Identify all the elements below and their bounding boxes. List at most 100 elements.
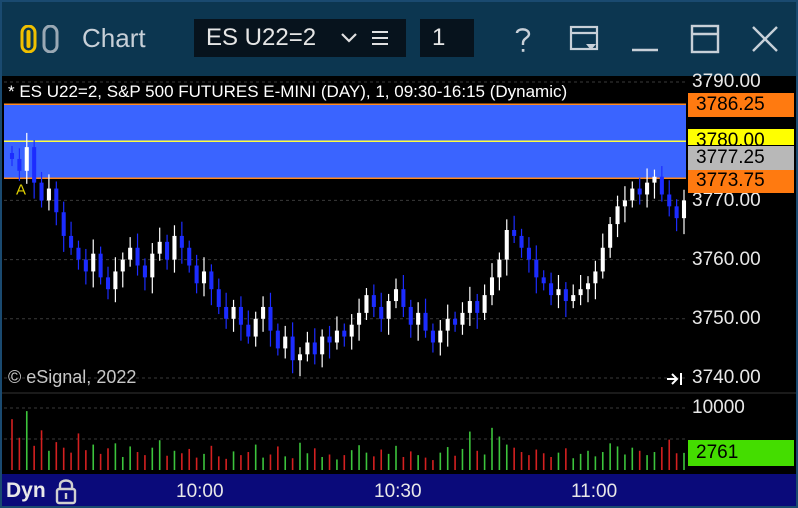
candle-body bbox=[342, 330, 347, 337]
help-icon[interactable] bbox=[506, 22, 540, 56]
candle-body bbox=[135, 247, 140, 266]
annotation-marker: A bbox=[16, 181, 26, 198]
candle-body bbox=[578, 289, 583, 296]
candle-body bbox=[201, 271, 207, 284]
candle-body bbox=[283, 336, 288, 349]
candle-body bbox=[556, 289, 561, 296]
candle-body bbox=[61, 212, 66, 236]
candle-body bbox=[379, 306, 384, 319]
last-price-box: 3777.25 bbox=[688, 146, 794, 170]
price-tick: 3740.00 bbox=[692, 367, 761, 388]
symbol-input[interactable]: ES U22=2 bbox=[206, 24, 316, 52]
candle-body bbox=[231, 306, 236, 319]
candle-body bbox=[69, 235, 74, 248]
list-menu-icon[interactable] bbox=[370, 28, 392, 48]
time-tick: 10:30 bbox=[374, 481, 422, 502]
candle-body bbox=[453, 318, 458, 325]
volume-tick: 10000 bbox=[692, 397, 745, 418]
candle-body bbox=[83, 259, 88, 272]
esignal-logo-icon bbox=[20, 25, 59, 53]
candle-body bbox=[593, 271, 598, 284]
candle-body bbox=[305, 342, 310, 355]
candle-body bbox=[194, 265, 199, 284]
candle-body bbox=[179, 235, 184, 248]
candle-body bbox=[172, 235, 177, 260]
maximize-icon[interactable] bbox=[688, 22, 722, 56]
candle-body bbox=[327, 336, 332, 343]
interval-selector[interactable]: 1 bbox=[420, 19, 474, 57]
candle-body bbox=[489, 277, 495, 296]
candle-body bbox=[467, 301, 472, 313]
candle-body bbox=[615, 206, 620, 225]
candle-body bbox=[534, 259, 539, 278]
candle-body bbox=[504, 230, 509, 260]
symbol-selector[interactable]: ES U22=2 bbox=[194, 19, 406, 57]
candle-body bbox=[526, 247, 531, 260]
candle-body bbox=[91, 253, 96, 272]
candle-body bbox=[275, 330, 280, 349]
candle-body bbox=[246, 324, 251, 337]
candle-body bbox=[334, 330, 339, 343]
candle-body bbox=[17, 158, 22, 171]
candle-body bbox=[142, 265, 147, 278]
candle-body bbox=[364, 295, 369, 313]
candle-body bbox=[608, 224, 613, 248]
candle-body bbox=[128, 247, 133, 260]
candle-body bbox=[39, 182, 44, 201]
candle-body bbox=[659, 176, 664, 195]
candle-body bbox=[393, 289, 399, 302]
candle-body bbox=[98, 253, 103, 278]
candle-body bbox=[120, 259, 125, 272]
candle-body bbox=[349, 324, 354, 337]
lower-level-price-box: 3773.75 bbox=[688, 169, 794, 193]
lock-icon[interactable] bbox=[55, 477, 77, 505]
candle-body bbox=[585, 283, 591, 290]
last-volume-box: 2761 bbox=[688, 440, 794, 466]
candle-body bbox=[637, 188, 642, 195]
price-tick: 3790.00 bbox=[692, 71, 761, 92]
candle-body bbox=[541, 277, 546, 284]
candle-body bbox=[24, 147, 29, 171]
title-bar: Chart ES U22=2 1 bbox=[0, 0, 798, 76]
candle-body bbox=[105, 277, 111, 290]
candle-body bbox=[320, 336, 325, 355]
candle-body bbox=[645, 182, 650, 195]
candle-body bbox=[312, 342, 317, 355]
candle-body bbox=[46, 188, 51, 201]
candle-body bbox=[386, 301, 391, 319]
candle-body bbox=[549, 283, 554, 296]
candle-body bbox=[261, 306, 266, 319]
template-icon[interactable] bbox=[568, 22, 602, 56]
candle-body bbox=[268, 306, 273, 331]
candle-body bbox=[165, 241, 170, 260]
chart-window: Chart ES U22=2 1 A * ES U22=2, S&P 500 F… bbox=[0, 0, 798, 508]
upper-level-price-box: 3786.25 bbox=[688, 93, 794, 117]
candle-body bbox=[238, 306, 243, 325]
price-chart[interactable]: A bbox=[0, 76, 798, 508]
copyright-text: © eSignal, 2022 bbox=[8, 367, 137, 387]
candle-body bbox=[290, 336, 295, 361]
candle-body bbox=[297, 354, 303, 361]
scroll-to-end-icon[interactable] bbox=[666, 370, 684, 388]
time-tick: 10:00 bbox=[176, 481, 224, 502]
candle-body bbox=[113, 271, 118, 290]
close-icon[interactable] bbox=[748, 22, 782, 56]
candle-body bbox=[563, 289, 568, 302]
candle-body bbox=[482, 295, 487, 313]
candle-body bbox=[519, 235, 524, 248]
candle-body bbox=[76, 247, 81, 260]
dynamic-mode-label[interactable]: Dyn bbox=[6, 479, 46, 503]
candle-body bbox=[475, 301, 480, 313]
mid-level-price-box: 3780.00 bbox=[688, 129, 794, 145]
candle-body bbox=[497, 259, 502, 278]
chevron-down-icon[interactable] bbox=[340, 31, 358, 45]
candle-body bbox=[187, 247, 192, 266]
candle-body bbox=[209, 271, 214, 290]
candle-body bbox=[32, 147, 37, 183]
candle-body bbox=[54, 188, 59, 213]
candle-body bbox=[9, 153, 15, 159]
interval-input[interactable]: 1 bbox=[432, 24, 445, 52]
candle-body bbox=[408, 306, 413, 325]
minimize-icon[interactable] bbox=[628, 22, 662, 56]
candle-body bbox=[600, 247, 605, 272]
